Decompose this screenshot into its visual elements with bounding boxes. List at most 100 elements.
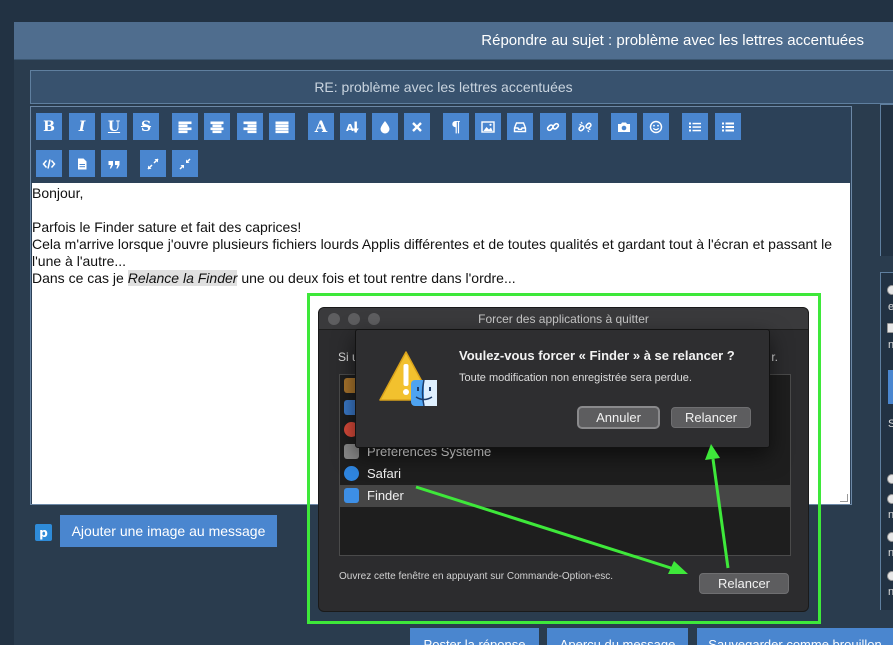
editor-text-span: une ou deux fois et tout rentre dans l'o… [237, 270, 516, 286]
code-icon [42, 158, 56, 169]
shortcut-hint: Ouvrez cette fenêtre en appuyant sur Com… [339, 571, 614, 582]
page-title: Répondre au sujet : problème avec les le… [481, 32, 864, 49]
numbered-list-button[interactable] [715, 113, 741, 140]
dialog-message: Toute modification non enregistrée sera … [459, 372, 692, 384]
collapse-icon [179, 157, 191, 170]
justify-button[interactable] [269, 113, 295, 140]
editor-line: Dans ce cas je Relance la Finder une ou … [32, 270, 842, 287]
highlighted-text: Relance la Finder [127, 270, 238, 286]
editor-toolbar: B I U S A A ¶ [34, 110, 850, 182]
cancel-button[interactable]: Annuler [577, 406, 660, 429]
font-glyph: A [314, 117, 328, 136]
add-image-button[interactable]: Ajouter une image au message [60, 515, 277, 547]
image-button[interactable] [475, 113, 501, 140]
document-icon [78, 158, 87, 169]
document-button[interactable] [69, 150, 95, 177]
option-label: S [888, 418, 893, 430]
page-header: Répondre au sujet : problème avec les le… [14, 22, 893, 60]
underline-button[interactable]: U [101, 113, 127, 140]
upload-icon-letter: p [39, 525, 48, 540]
window-titlebar: Forcer des applications à quitter [319, 308, 808, 330]
dialog-relaunch-button[interactable]: Relancer [671, 407, 751, 428]
collapse-button[interactable] [172, 150, 198, 177]
font-size-button[interactable]: A [340, 113, 366, 140]
option-button[interactable] [888, 370, 893, 404]
align-left-icon [178, 121, 192, 133]
upload-service-icon: p [35, 524, 52, 541]
link-button[interactable] [540, 113, 566, 140]
embed-button[interactable] [507, 113, 533, 140]
expand-button[interactable] [140, 150, 166, 177]
subject-field[interactable]: RE: problème avec les lettres accentuées [30, 70, 893, 104]
dialog-relaunch-label: Relancer [684, 410, 738, 425]
right-sidebar-top [880, 104, 893, 256]
droplet-icon [380, 120, 390, 133]
bullet-list-icon [689, 122, 701, 131]
unlink-button[interactable] [572, 113, 598, 140]
editor-text-span: Dans ce cas je [32, 270, 128, 286]
underline-glyph: U [107, 118, 121, 135]
option-label: n [888, 586, 893, 598]
inbox-icon [513, 121, 527, 132]
app-list-item[interactable]: Safari [340, 463, 790, 485]
option-radio[interactable] [887, 285, 893, 295]
align-left-button[interactable] [172, 113, 198, 140]
window-title: Forcer des applications à quitter [478, 312, 649, 326]
save-draft-label: Sauvegarder comme brouillon [708, 637, 882, 645]
bold-glyph: B [43, 118, 55, 135]
smiley-icon [649, 120, 663, 133]
expand-icon [147, 157, 159, 170]
option-radio[interactable] [887, 494, 893, 504]
finder-icon [344, 488, 359, 503]
camera-icon [618, 122, 630, 132]
warning-finder-icon [379, 351, 437, 407]
dialog-title: Voulez-vous forcer « Finder » à se relan… [459, 348, 735, 363]
preview-button[interactable]: Aperçu du message [547, 628, 688, 645]
option-label: e [888, 301, 893, 313]
save-draft-button[interactable]: Sauvegarder comme brouillon [697, 628, 893, 645]
subject-value: RE: problème avec les lettres accentuées [314, 79, 573, 95]
strikethrough-button[interactable]: S [133, 113, 159, 140]
bold-button[interactable]: B [36, 113, 62, 140]
editor-line: Parfois le Finder sature et fait des cap… [32, 219, 302, 235]
bullet-list-button[interactable] [682, 113, 708, 140]
top-band [14, 0, 893, 22]
relaunch-confirm-dialog: Voulez-vous forcer « Finder » à se relan… [355, 329, 770, 448]
editor-content: Bonjour, Parfois le Finder sature et fai… [32, 185, 842, 287]
align-right-button[interactable] [237, 113, 263, 140]
option-radio[interactable] [887, 571, 893, 581]
add-image-label: Ajouter une image au message [71, 523, 266, 539]
editor-line: Bonjour, [32, 185, 84, 201]
editor-blank-line [32, 202, 842, 219]
align-center-button[interactable] [204, 113, 230, 140]
relaunch-button[interactable]: Relancer [699, 573, 789, 594]
option-radio[interactable] [887, 474, 893, 484]
numbered-list-icon [722, 122, 734, 131]
quote-button[interactable] [101, 150, 127, 177]
emoji-button[interactable] [643, 113, 669, 140]
image-icon [481, 120, 495, 133]
option-radio[interactable] [887, 532, 893, 542]
option-checkbox[interactable] [887, 323, 893, 333]
camera-button[interactable] [611, 113, 637, 140]
option-label: n [888, 339, 893, 351]
resize-handle[interactable] [840, 494, 848, 502]
justify-icon [275, 121, 289, 133]
editor-line: Cela m'arrive lorsque j'ouvre plusieurs … [32, 236, 832, 269]
app-list-item-selected[interactable]: Finder [340, 485, 790, 507]
app-name: Finder [367, 488, 404, 503]
font-button[interactable]: A [308, 113, 334, 140]
relaunch-label: Relancer [717, 576, 771, 591]
option-label: n [888, 547, 893, 559]
italic-button[interactable]: I [69, 113, 95, 140]
align-center-icon [210, 121, 224, 133]
paragraph-button[interactable]: ¶ [443, 113, 469, 140]
instruction-text-end: r. [771, 350, 778, 364]
post-reply-button[interactable]: Poster la réponse [410, 628, 539, 645]
remove-format-button[interactable] [404, 113, 430, 140]
color-button[interactable] [372, 113, 398, 140]
source-button[interactable] [36, 150, 62, 177]
post-reply-label: Poster la réponse [423, 637, 526, 645]
align-right-icon [243, 121, 257, 133]
quote-icon [108, 160, 120, 168]
